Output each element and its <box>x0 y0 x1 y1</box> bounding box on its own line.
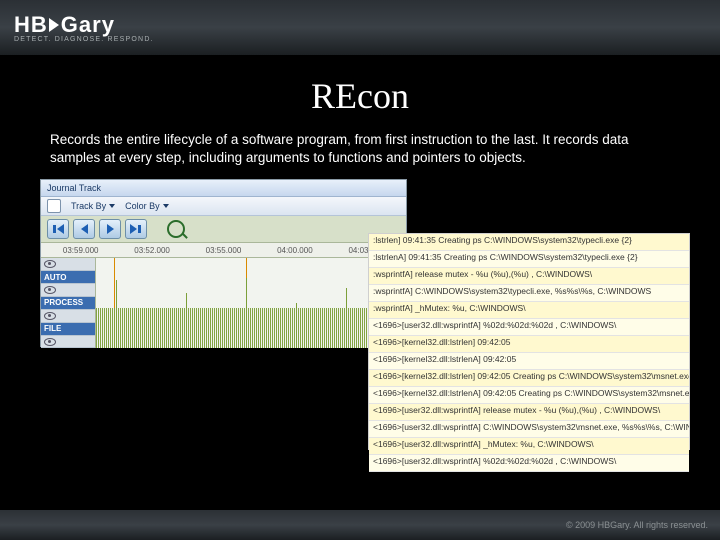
play-button[interactable] <box>99 219 121 239</box>
figure-area: Journal Track Track By Color By <box>50 179 670 449</box>
rewind-button[interactable] <box>73 219 95 239</box>
log-panel: :lstrlen] 09:41:35 Creating ps C:\WINDOW… <box>368 233 690 450</box>
transport-bar <box>41 216 406 243</box>
app-body: AUTO PROCESS FILE <box>41 258 406 348</box>
tick: 03:55.000 <box>206 246 242 255</box>
log-line[interactable]: :wsprintfA] _hMutex: %u, C:\WINDOWS\ <box>369 302 689 319</box>
toolbar-icon[interactable] <box>47 199 61 213</box>
slide-title: REcon <box>50 75 670 117</box>
eye-icon <box>44 260 56 268</box>
tick: 04:00.000 <box>277 246 313 255</box>
copyright: © 2009 HBGary. All rights reserved. <box>566 520 708 530</box>
log-line[interactable]: :wsprintfA] release mutex - %u (%u),(%u)… <box>369 268 689 285</box>
app-screenshot: Journal Track Track By Color By <box>40 179 407 347</box>
app-toolbar: Track By Color By <box>41 197 406 216</box>
track-pane[interactable] <box>96 258 406 348</box>
sidebar-item-auto[interactable]: AUTO <box>41 271 95 284</box>
app-titlebar[interactable]: Journal Track <box>41 180 406 197</box>
play-icon <box>49 18 59 32</box>
log-line[interactable]: :lstrlen] 09:41:35 Creating ps C:\WINDOW… <box>369 234 689 251</box>
sidebar-item-process[interactable]: PROCESS <box>41 297 95 310</box>
color-by-button[interactable]: Color By <box>125 201 169 211</box>
logo-text-right: Gary <box>61 12 115 38</box>
log-line[interactable]: :lstrlenA] 09:41:35 Creating ps C:\WINDO… <box>369 251 689 268</box>
color-by-label: Color By <box>125 201 160 211</box>
tick: 03:52.000 <box>134 246 170 255</box>
log-line[interactable]: <1696>[kernel32.dll:lstrlenA] 09:42:05 <box>369 353 689 370</box>
sidebar-item[interactable] <box>41 336 95 349</box>
skip-back-button[interactable] <box>47 219 69 239</box>
slide-body: REcon Records the entire lifecycle of a … <box>0 55 720 510</box>
chevron-down-icon <box>109 204 115 208</box>
eye-icon <box>44 338 56 346</box>
zoom-icon[interactable] <box>167 220 185 238</box>
sidebar-item-file[interactable]: FILE <box>41 323 95 336</box>
eye-icon <box>44 312 56 320</box>
logo-text-left: HB <box>14 12 48 38</box>
app-title: Journal Track <box>47 183 101 193</box>
track-by-button[interactable]: Track By <box>71 201 115 211</box>
logo: HB Gary DETECT. DIAGNOSE. RESPOND. <box>14 12 154 43</box>
sidebar-item[interactable] <box>41 284 95 297</box>
timeline-ruler[interactable]: 03:59.000 03:52.000 03:55.000 04:00.000 … <box>41 243 406 258</box>
log-line[interactable]: <1696>[kernel32.dll:lstrlenA] 09:42:05 C… <box>369 387 689 404</box>
sidebar-item[interactable] <box>41 258 95 271</box>
header-band: HB Gary DETECT. DIAGNOSE. RESPOND. <box>0 0 720 56</box>
log-line[interactable]: <1696>[user32.dll:wsprintfA] %02d:%02d:%… <box>369 319 689 336</box>
log-line[interactable]: <1696>[user32.dll:wsprintfA] %02d:%02d:%… <box>369 455 689 472</box>
sidebar-item[interactable] <box>41 310 95 323</box>
footer-band: © 2009 HBGary. All rights reserved. <box>0 510 720 540</box>
tick: 03:59.000 <box>63 246 99 255</box>
track-by-label: Track By <box>71 201 106 211</box>
log-line[interactable]: <1696>[kernel32.dll:lstrlen] 09:42:05 <box>369 336 689 353</box>
log-line[interactable]: <1696>[user32.dll:wsprintfA] _hMutex: %u… <box>369 438 689 455</box>
log-line[interactable]: <1696>[user32.dll:wsprintfA] C:\WINDOWS\… <box>369 421 689 438</box>
logo-main: HB Gary <box>14 12 154 38</box>
chevron-down-icon <box>163 204 169 208</box>
track-sidebar: AUTO PROCESS FILE <box>41 258 96 348</box>
skip-fwd-button[interactable] <box>125 219 147 239</box>
log-line[interactable]: :wsprintfA] C:\WINDOWS\system32\typecli.… <box>369 285 689 302</box>
slide-text: Records the entire lifecycle of a softwa… <box>50 131 670 167</box>
activity-band <box>96 308 406 348</box>
logo-tagline: DETECT. DIAGNOSE. RESPOND. <box>14 36 154 43</box>
log-line[interactable]: <1696>[user32.dll:wsprintfA] release mut… <box>369 404 689 421</box>
log-line[interactable]: <1696>[kernel32.dll:lstrlen] 09:42:05 Cr… <box>369 370 689 387</box>
eye-icon <box>44 286 56 294</box>
